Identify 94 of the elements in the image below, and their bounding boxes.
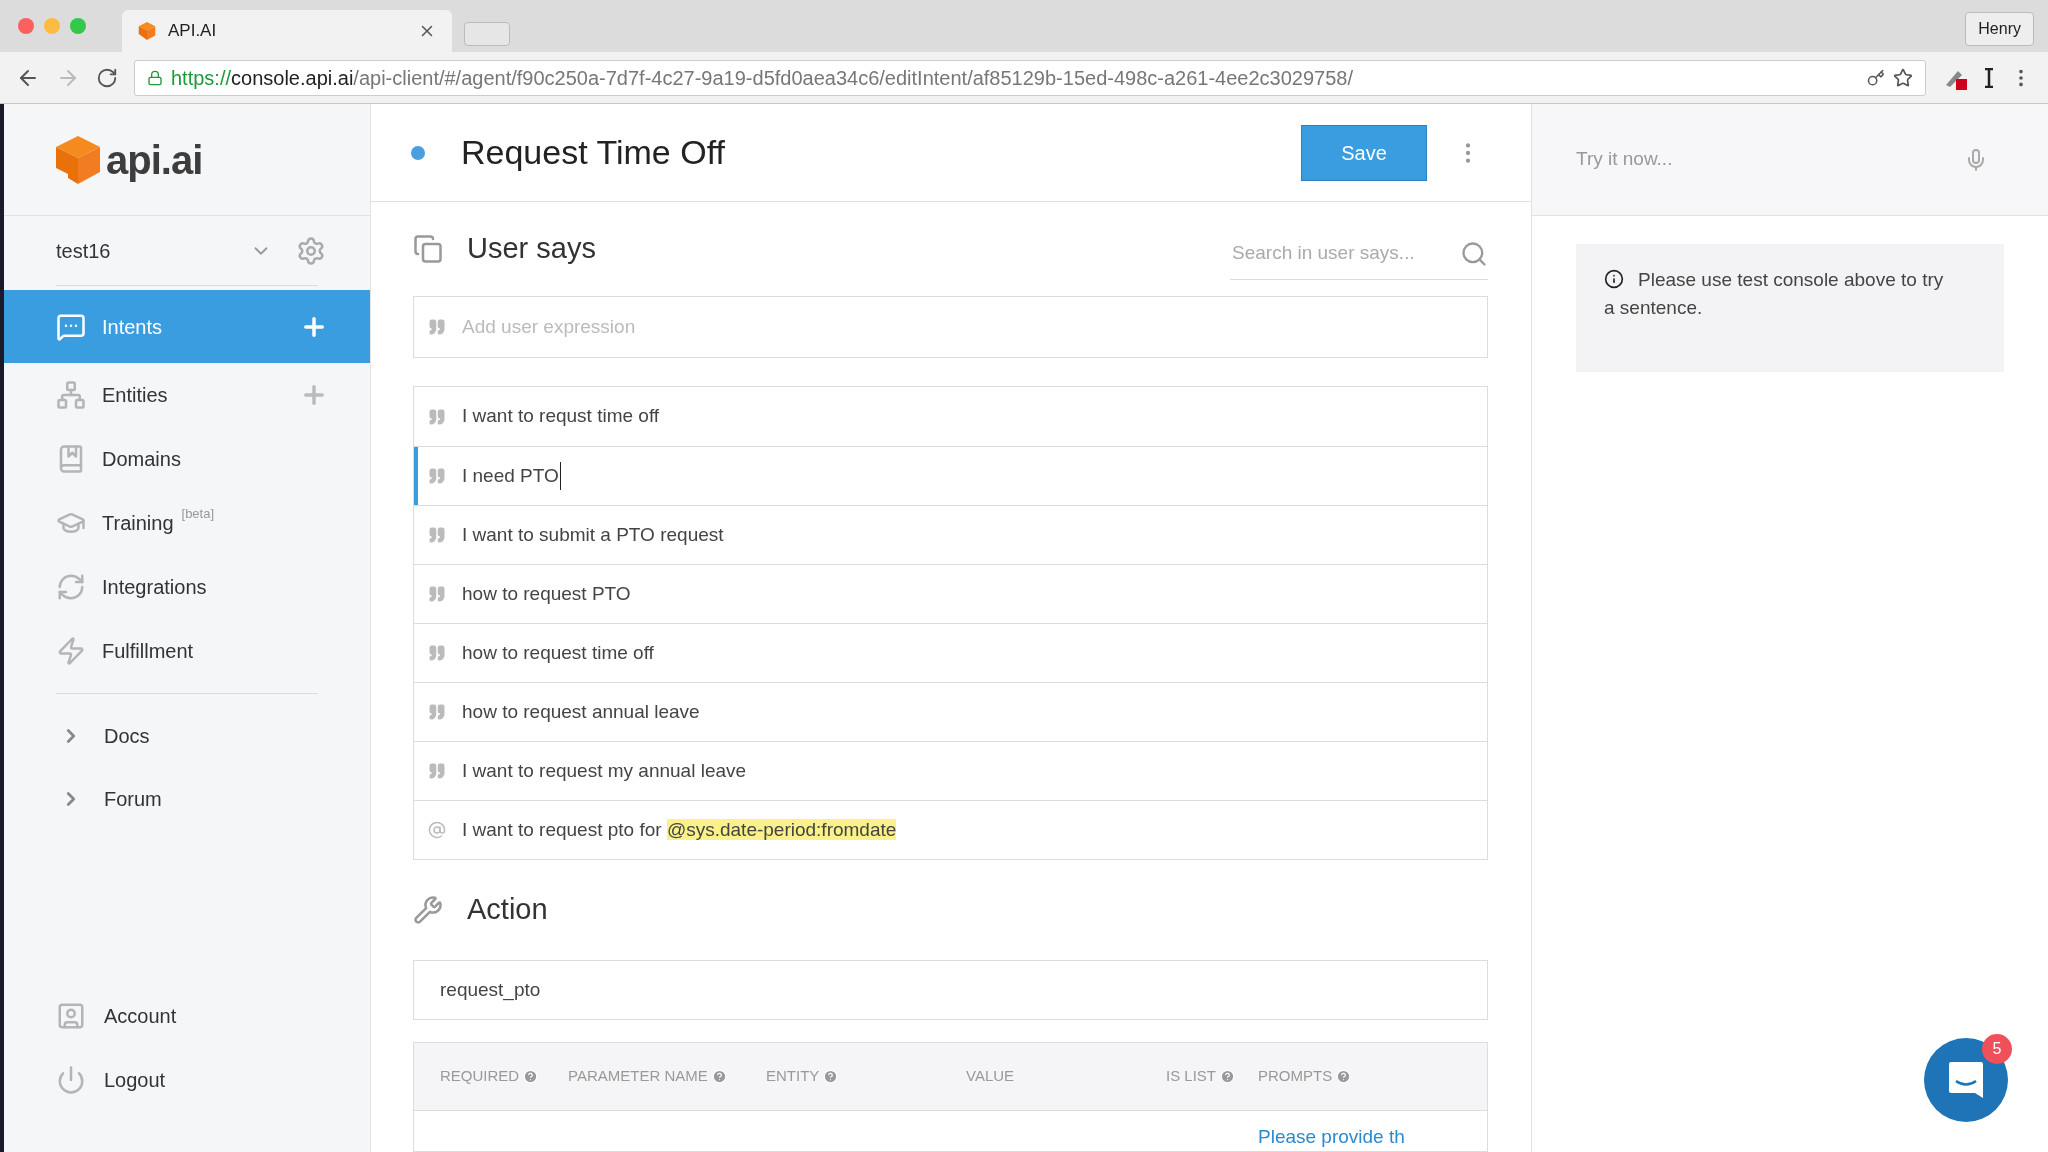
new-tab-button[interactable]	[464, 22, 510, 46]
lightning-icon	[56, 636, 86, 666]
star-icon[interactable]	[1893, 67, 1913, 88]
cube-logo-icon	[54, 133, 102, 186]
expression-text: I need PTO	[462, 461, 561, 491]
close-window-icon[interactable]	[18, 18, 34, 34]
expression-row[interactable]: I want to requst time off	[414, 387, 1487, 446]
address-field[interactable]: https://console.api.ai/api-client/#/agent/f90c250a-7d7f-4c27-9a19-d5fd0aea34c6/editIntent/af85129b-15ed-498c-a261-4ee2c3029758/	[134, 59, 1926, 96]
info-icon	[1604, 269, 1624, 289]
cube-favicon-icon	[138, 21, 156, 41]
expression-row[interactable]: I need PTO	[414, 446, 1487, 505]
column-header: VALUE	[966, 1066, 1015, 1087]
column-header: IS LIST	[1166, 1066, 1217, 1087]
sidebar-label: Logout	[104, 1068, 166, 1093]
sidebar-link[interactable]: Docs	[4, 704, 370, 767]
account-icon	[56, 1001, 86, 1031]
sidebar-item[interactable]: Logout	[4, 1048, 370, 1112]
quote-icon	[428, 318, 446, 336]
help-icon[interactable]	[1220, 1069, 1236, 1084]
quote-icon	[428, 644, 446, 662]
search-field[interactable]: Search in user says...	[1230, 228, 1488, 280]
quote-icon	[428, 585, 446, 603]
section-heading: Action	[467, 892, 548, 928]
sidebar-item[interactable]: Account	[4, 984, 370, 1048]
column-header: ENTITY	[766, 1066, 820, 1087]
sidebar-item[interactable]: Entities	[4, 363, 370, 427]
sidebar-label: Training	[102, 511, 174, 536]
sidebar-label: Integrations	[102, 575, 207, 600]
browser-tab[interactable]: API.AI	[122, 10, 452, 52]
sidebar-label: Fulfillment	[102, 639, 194, 664]
expression-row[interactable]: I want to request my annual leave	[414, 741, 1487, 800]
expression-text: I want to request pto for @sys.date-period:fromdate	[462, 817, 897, 842]
help-icon[interactable]	[823, 1069, 839, 1084]
intent-title: Request Time Off	[461, 132, 726, 173]
hierarchy-icon	[56, 380, 86, 410]
lock-icon	[147, 69, 163, 86]
column-header: REQUIRED	[440, 1066, 520, 1087]
refresh-icon	[56, 572, 86, 602]
prompt-link[interactable]: Please provide th	[1258, 1122, 1405, 1151]
column-header: PARAMETER NAME	[568, 1066, 708, 1087]
sidebar-label: Forum	[104, 786, 163, 812]
sidebar-item[interactable]: Domains	[4, 427, 370, 491]
beta-tag: [beta]	[181, 504, 215, 524]
notification-badge: 5	[1982, 1034, 2012, 1064]
expression-text: I want to request my annual leave	[462, 758, 747, 783]
at-sign-icon	[428, 821, 446, 839]
search-icon[interactable]	[1460, 239, 1488, 268]
sidebar-label: Intents	[102, 314, 163, 340]
expression-text: I want to submit a PTO request	[462, 522, 724, 547]
profile-button[interactable]: Henry	[1965, 12, 2034, 46]
power-icon	[56, 1065, 86, 1095]
expression-input[interactable]: Add user expression	[462, 312, 1473, 342]
expression-text: how to request PTO	[462, 581, 631, 606]
expression-row[interactable]: I want to submit a PTO request	[414, 505, 1487, 564]
help-icon[interactable]	[523, 1069, 539, 1084]
sidebar-label: Domains	[102, 447, 181, 472]
quote-icon	[428, 467, 446, 485]
tools-icon	[413, 895, 443, 925]
console-input[interactable]: Try it now...	[1576, 145, 1964, 174]
info-text: Please use test console above to try a sentence.	[1604, 268, 1944, 320]
quote-icon	[428, 407, 446, 426]
chat-icon	[1947, 1060, 1985, 1100]
expression-text: how to request time off	[462, 640, 654, 665]
key-icon[interactable]	[1867, 68, 1885, 87]
column-header: PROMPTS	[1258, 1066, 1333, 1087]
quote-icon	[428, 526, 446, 544]
search-input[interactable]: Search in user says...	[1232, 239, 1460, 268]
expression-text: I want to requst time off	[462, 404, 660, 429]
sidebar-item[interactable]: Fulfillment	[4, 619, 370, 683]
quote-icon	[428, 762, 446, 780]
add-expression-field[interactable]: Add user expression	[413, 296, 1488, 358]
sidebar-item[interactable]: Training [beta]	[4, 491, 370, 555]
section-heading: User says	[467, 231, 597, 267]
sidebar-label: Entities	[102, 383, 168, 408]
tab-title: API.AI	[168, 20, 218, 43]
sidebar-link[interactable]: Forum	[4, 767, 370, 830]
settings-icon[interactable]	[296, 235, 326, 266]
url-text: https://console.api.ai/api-client/#/agent/f90c250a-7d7f-4c27-9a19-d5fd0aea34c6/editIntent/af85129b-15ed-498c-a261-4ee2c3029758/	[171, 65, 1354, 91]
expression-row[interactable]: how to request annual leave	[414, 682, 1487, 741]
sidebar-item[interactable]: Integrations	[4, 555, 370, 619]
help-icon[interactable]	[1336, 1069, 1352, 1084]
expression-row[interactable]: how to request PTO	[414, 564, 1487, 623]
expression-row[interactable]: I want to request pto for @sys.date-period:fromdate	[414, 800, 1487, 859]
quote-icon	[428, 703, 446, 721]
reload-icon[interactable]	[96, 66, 118, 89]
logo-text: api.ai	[106, 139, 203, 180]
zoom-window-icon[interactable]	[70, 18, 86, 34]
expression-text: how to request annual leave	[462, 699, 700, 724]
expression-row[interactable]: how to request time off	[414, 623, 1487, 682]
sidebar-label: Account	[104, 1004, 177, 1029]
agent-name[interactable]: test16	[56, 235, 250, 266]
sidebar-label: Docs	[104, 723, 151, 749]
help-icon[interactable]	[711, 1069, 727, 1084]
action-field[interactable]: request_pto	[413, 960, 1488, 1020]
